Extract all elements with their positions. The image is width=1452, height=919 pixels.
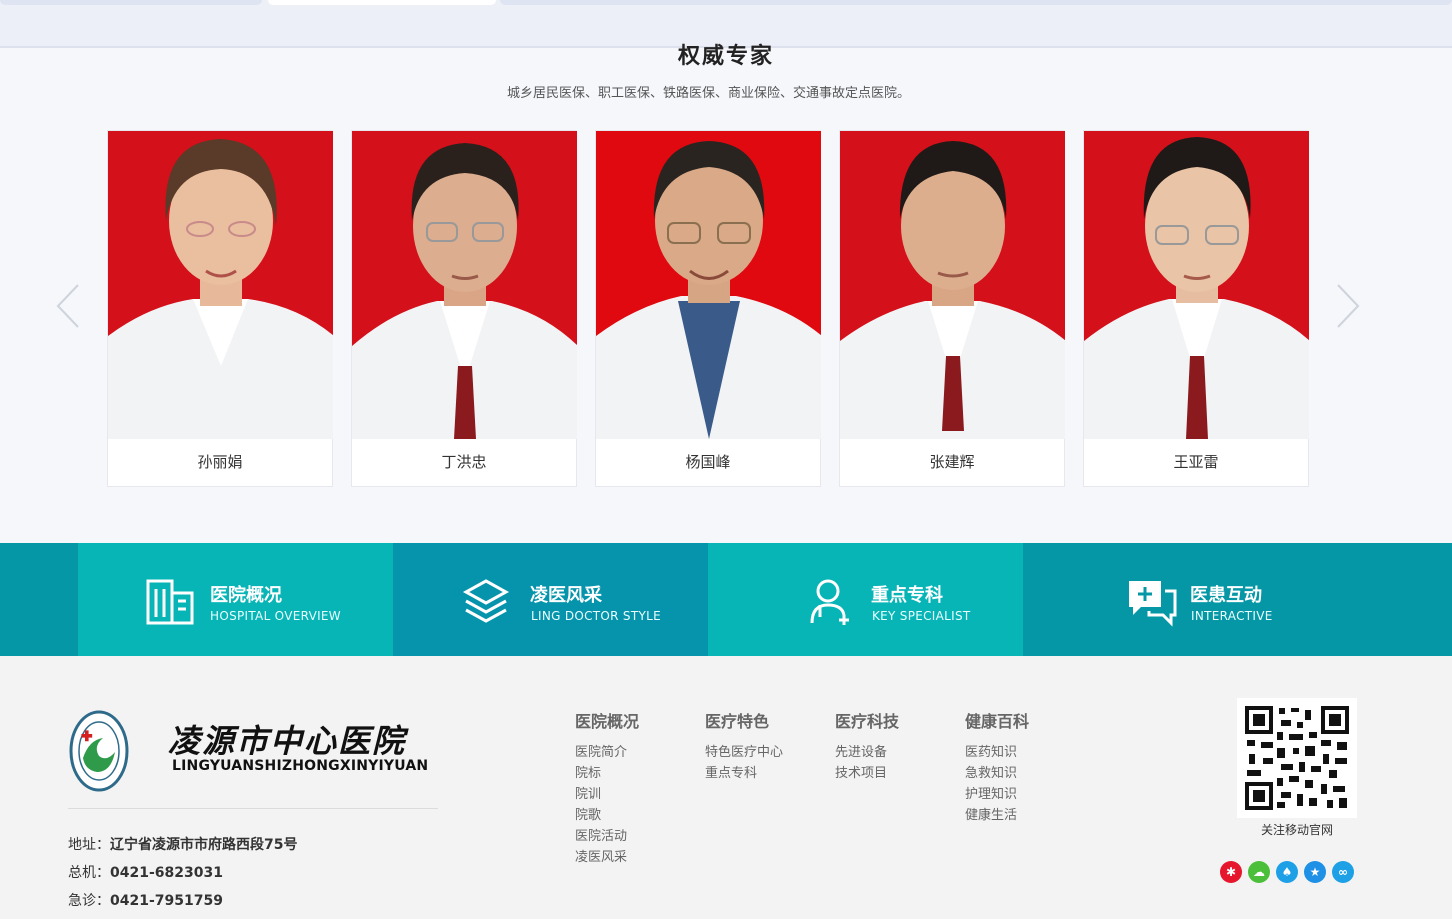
feature-title: 凌医风采	[530, 585, 602, 606]
footer-link[interactable]: 凌医风采	[575, 847, 639, 868]
section-subtitle: 城乡居民医保、职工医保、铁路医保、商业保险、交通事故定点医院。	[506, 86, 910, 101]
expert-photo[interactable]	[840, 131, 1065, 439]
footer-link[interactable]: 院训	[575, 784, 639, 805]
doctor-icon	[810, 579, 849, 625]
footer-link[interactable]: 医药知识	[965, 742, 1029, 763]
carousel-prev-button[interactable]	[56, 283, 80, 329]
emergency-value: 0421-7951759	[110, 893, 223, 909]
expert-card[interactable]: 孙丽娟	[107, 130, 333, 487]
feature-key-specialist[interactable]: 重点专科 KEY SPECIALIST	[708, 543, 1023, 656]
chevron-right-icon	[1337, 284, 1360, 328]
footer-link[interactable]: 医院简介	[575, 742, 639, 763]
feature-subtitle: HOSPITAL OVERVIEW	[210, 609, 341, 623]
divider	[68, 808, 438, 809]
feature-ling-doctor-style[interactable]: 凌医风采 LING DOCTOR STYLE	[393, 543, 708, 656]
expert-name[interactable]: 丁洪忠	[352, 451, 576, 472]
footer-column-heading[interactable]: 医疗特色	[705, 708, 783, 732]
footer-link[interactable]: 特色医疗中心	[705, 742, 783, 763]
footer-link[interactable]: 院歌	[575, 805, 639, 826]
address-label: 地址：	[68, 837, 110, 853]
layers-icon	[462, 579, 510, 623]
browser-tab[interactable]	[0, 0, 262, 5]
expert-name[interactable]: 孙丽娟	[108, 451, 332, 472]
emergency-label: 急诊：	[68, 893, 110, 909]
feature-hospital-overview[interactable]: 医院概况 HOSPITAL OVERVIEW	[78, 543, 393, 656]
footer-link[interactable]: 院标	[575, 763, 639, 784]
browser-tab-active[interactable]	[268, 0, 496, 5]
hospital-name-en: LINGYUANSHIZHONGXINYIYUAN	[172, 758, 429, 774]
chat-plus-icon	[1129, 581, 1177, 627]
footer-link[interactable]: 护理知识	[965, 784, 1029, 805]
chevron-left-icon	[56, 284, 79, 328]
footer-link[interactable]: 先进设备	[835, 742, 899, 763]
wechat-icon[interactable]: ☁	[1248, 861, 1270, 883]
footer-column-overview: 医院概况 医院简介 院标 院训 院歌 医院活动 凌医风采	[575, 708, 639, 868]
qr-code	[1237, 698, 1357, 818]
expert-name[interactable]: 王亚雷	[1084, 451, 1308, 472]
expert-card[interactable]: 张建辉	[839, 130, 1065, 487]
footer-link[interactable]: 技术项目	[835, 763, 899, 784]
expert-photo[interactable]	[1084, 131, 1309, 439]
footer-column-technology: 医疗科技 先进设备 技术项目	[835, 708, 899, 784]
hospital-name-cn: 凌源市中心医院	[168, 722, 407, 760]
phone-line: 总机：0421-6823031	[68, 862, 223, 882]
expert-card[interactable]: 丁洪忠	[351, 130, 577, 487]
footer-link[interactable]: 重点专科	[705, 763, 783, 784]
feature-title: 重点专科	[871, 585, 943, 606]
feature-interactive[interactable]: 医患互动 INTERACTIVE	[1023, 543, 1452, 656]
weibo-icon[interactable]: ✱	[1220, 861, 1242, 883]
top-strip	[0, 0, 1452, 10]
qr-code-icon	[1245, 706, 1349, 810]
feature-title: 医院概况	[210, 585, 282, 606]
expert-photo[interactable]	[352, 131, 577, 439]
footer-column-heading[interactable]: 健康百科	[965, 708, 1029, 732]
browser-tab[interactable]	[500, 0, 1452, 5]
footer-column-heading[interactable]: 医疗科技	[835, 708, 899, 732]
footer-link[interactable]: 急救知识	[965, 763, 1029, 784]
address-line: 地址：辽宁省凌源市市府路西段75号	[68, 834, 297, 854]
expert-name[interactable]: 张建辉	[840, 451, 1064, 472]
feature-band: 医院概况 HOSPITAL OVERVIEW 凌医风采 LING DOCTOR …	[0, 543, 1452, 656]
feature-subtitle: KEY SPECIALIST	[872, 609, 971, 623]
carousel-next-button[interactable]	[1336, 283, 1360, 329]
feature-subtitle: INTERACTIVE	[1191, 609, 1273, 623]
footer-link[interactable]: 医院活动	[575, 826, 639, 847]
qzone-icon[interactable]: ★	[1304, 861, 1326, 883]
footer-column-health: 健康百科 医药知识 急救知识 护理知识 健康生活	[965, 708, 1029, 826]
expert-photo[interactable]	[108, 131, 333, 439]
phone-label: 总机：	[68, 865, 110, 881]
footer-link[interactable]: 健康生活	[965, 805, 1029, 826]
hospital-seal-logo	[69, 710, 129, 792]
footer-column-heading[interactable]: 医院概况	[575, 708, 639, 732]
link-icon[interactable]: ∞	[1332, 861, 1354, 883]
qr-caption: 关注移动官网	[1260, 823, 1333, 837]
feature-title: 医患互动	[1190, 585, 1262, 606]
expert-photo[interactable]	[596, 131, 821, 439]
expert-card[interactable]: 杨国峰	[595, 130, 821, 487]
section-title: 权威专家	[677, 44, 774, 68]
expert-card[interactable]: 王亚雷	[1083, 130, 1309, 487]
phone-value: 0421-6823031	[110, 865, 223, 881]
emergency-line: 急诊：0421-7951759	[68, 890, 223, 910]
qq-icon[interactable]: ♠	[1276, 861, 1298, 883]
building-icon	[146, 579, 194, 625]
expert-name[interactable]: 杨国峰	[596, 451, 820, 472]
footer-column-features: 医疗特色 特色医疗中心 重点专科	[705, 708, 783, 784]
feature-subtitle: LING DOCTOR STYLE	[531, 609, 661, 623]
address-value: 辽宁省凌源市市府路西段75号	[110, 837, 298, 853]
